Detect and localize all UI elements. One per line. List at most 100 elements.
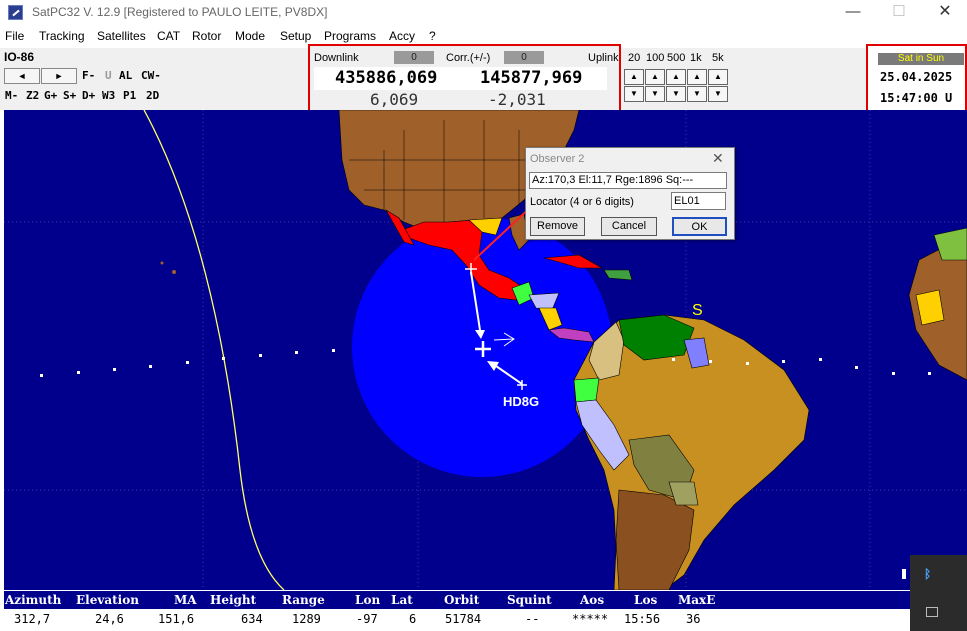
menu-mode[interactable]: Mode — [235, 29, 265, 43]
utc-clock: 15:47:00 U — [880, 91, 953, 105]
bluetooth-icon[interactable]: ᛒ — [924, 567, 931, 581]
step-20-up-button[interactable]: ▲ — [624, 69, 644, 85]
uplink-label: Uplink — [588, 52, 619, 64]
uplink-frequency[interactable]: 145877,969 — [480, 68, 582, 88]
dialog-title: Observer 2 — [530, 153, 585, 165]
uplink-doppler: -2,031 — [488, 90, 546, 109]
option-cw[interactable]: CW- — [141, 69, 161, 82]
locator-input[interactable]: EL01 — [671, 192, 726, 210]
uplink-correction[interactable]: 0 — [504, 51, 544, 64]
option-w3[interactable]: W3 — [102, 89, 115, 102]
menu-help[interactable]: ? — [429, 29, 436, 43]
option-u[interactable]: U — [105, 69, 112, 82]
previous-satellite-button[interactable]: ◄ — [4, 68, 40, 84]
menu-file[interactable]: File — [5, 29, 24, 43]
step-100-up-button[interactable]: ▲ — [645, 69, 665, 85]
header-maxe: MaxE — [678, 593, 716, 607]
orbit-track-line — [143, 110, 285, 590]
header-height: Height — [210, 593, 257, 607]
option-m[interactable]: M- — [5, 89, 18, 102]
option-s[interactable]: S+ — [63, 89, 76, 102]
remove-button[interactable]: Remove — [530, 217, 585, 236]
menu-rotor[interactable]: Rotor — [192, 29, 221, 43]
window-title: SatPC32 V. 12.9 [Registered to PAULO LEI… — [32, 5, 328, 19]
island-hawaii-2 — [160, 261, 164, 265]
step-1k-down-button[interactable]: ▼ — [687, 86, 707, 102]
ok-button[interactable]: OK — [672, 217, 727, 236]
cancel-button[interactable]: Cancel — [601, 217, 657, 236]
value-range: 1289 — [292, 612, 321, 626]
next-satellite-button[interactable]: ► — [41, 68, 77, 84]
menu-tracking[interactable]: Tracking — [39, 29, 85, 43]
utc-date: 25.04.2025 — [880, 70, 953, 84]
map-edge-mark — [902, 569, 906, 579]
header-elevation: Elevation — [76, 593, 139, 607]
close-button[interactable]: ✕ — [922, 0, 967, 26]
maximize-button[interactable]: ☐ — [876, 0, 922, 26]
value-orbit: 51784 — [445, 612, 482, 626]
menu-programs[interactable]: Programs — [324, 29, 376, 43]
step-500-down-button[interactable]: ▼ — [666, 86, 686, 102]
frequency-display: 435886,069 145877,969 — [314, 67, 607, 90]
land-ecuador — [573, 377, 600, 403]
option-p1[interactable]: P1 — [123, 89, 136, 102]
dialog-close-icon[interactable]: ✕ — [712, 150, 724, 167]
header-range: Range — [282, 593, 325, 607]
header-squint: Squint — [507, 593, 552, 607]
menu-cat[interactable]: CAT — [157, 29, 180, 43]
step-5k-up-button[interactable]: ▲ — [708, 69, 728, 85]
doppler-display: 6,069 -2,031 — [314, 90, 607, 109]
station-label: HD8G — [503, 394, 539, 409]
downlink-doppler: 6,069 — [370, 90, 419, 109]
sun-status-badge: Sat in Sun — [878, 53, 964, 65]
step-1k-up-button[interactable]: ▲ — [687, 69, 707, 85]
option-al[interactable]: AL — [119, 69, 132, 82]
option-z2[interactable]: Z2 — [26, 89, 39, 102]
satellite-app-icon — [8, 5, 23, 20]
header-lon: Lon — [355, 593, 381, 607]
system-tray: ᛒ — [910, 555, 967, 631]
notification-icon[interactable] — [926, 607, 938, 617]
menu-satellites[interactable]: Satellites — [97, 29, 146, 43]
header-aos: Aos — [580, 593, 605, 607]
step-label-100: 100 — [646, 52, 665, 64]
header-los: Los — [634, 593, 658, 607]
option-f[interactable]: F- — [82, 69, 95, 82]
step-5k-down-button[interactable]: ▼ — [708, 86, 728, 102]
locator-label: Locator (4 or 6 digits) — [530, 196, 634, 208]
step-label-20: 20 — [628, 52, 641, 64]
value-azimuth: 312,7 — [14, 612, 51, 626]
menu-accy[interactable]: Accy — [389, 29, 415, 43]
value-squint: -- — [525, 612, 540, 626]
observer-dialog: Observer 2 ✕ Az:170,3 El:11,7 Rge:1896 S… — [525, 147, 735, 240]
value-maxe: 36 — [686, 612, 701, 626]
value-los: 15:56 — [624, 612, 661, 626]
header-lat: Lat — [391, 593, 413, 607]
step-500-up-button[interactable]: ▲ — [666, 69, 686, 85]
title-bar: SatPC32 V. 12.9 [Registered to PAULO LEI… — [0, 0, 967, 26]
option-d[interactable]: D+ — [82, 89, 95, 102]
land-hispaniola — [603, 269, 633, 281]
option-g[interactable]: G+ — [44, 89, 57, 102]
value-ma: 151,6 — [158, 612, 195, 626]
option-2d[interactable]: 2D — [146, 89, 159, 102]
value-height: 634 — [241, 612, 263, 626]
downlink-frequency[interactable]: 435886,069 — [335, 68, 437, 88]
island-hawaii — [172, 270, 176, 274]
world-map[interactable]: HD8G S — [4, 110, 967, 590]
menu-setup[interactable]: Setup — [280, 29, 311, 43]
header-orbit: Orbit — [444, 593, 480, 607]
header-azimuth: Azimuth — [5, 593, 62, 607]
value-lon: -97 — [356, 612, 378, 626]
step-20-down-button[interactable]: ▼ — [624, 86, 644, 102]
minimize-button[interactable]: — — [830, 0, 876, 26]
step-label-1k: 1k — [690, 52, 702, 64]
step-label-500: 500 — [667, 52, 686, 64]
satellite-name[interactable]: IO-86 — [4, 50, 34, 64]
value-lat: 6 — [409, 612, 417, 626]
tuning-step-panel: 20 100 500 1k 5k ▲ ▲ ▲ ▲ ▲ ▼ ▼ ▼ ▼ ▼ — [624, 52, 734, 106]
value-aos: ***** — [572, 612, 609, 626]
downlink-correction[interactable]: 0 — [394, 51, 434, 64]
step-100-down-button[interactable]: ▼ — [645, 86, 665, 102]
value-elevation: 24,6 — [95, 612, 124, 626]
